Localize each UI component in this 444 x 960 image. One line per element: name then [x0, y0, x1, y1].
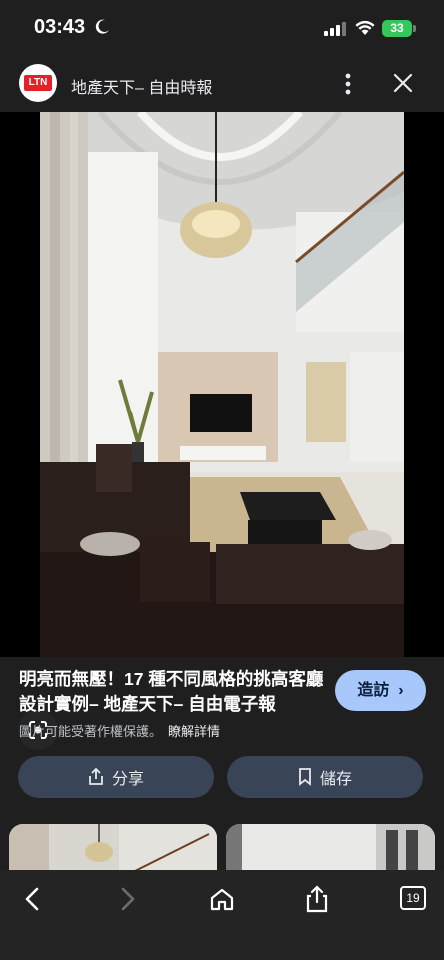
copyright-notice: 圖片可能受著作權保護。 瞭解詳情: [19, 721, 220, 740]
image-viewer: [0, 112, 444, 750]
related-image-2[interactable]: [226, 824, 435, 874]
related-thumbnail: [226, 824, 435, 874]
ltn-logo-text: LTN: [24, 75, 52, 91]
copyright-text: 圖片可能受著作權保護。: [19, 724, 163, 739]
visit-button[interactable]: 造訪 ›: [335, 670, 426, 711]
share-button[interactable]: 分享: [18, 756, 214, 798]
share-icon: [89, 768, 103, 785]
share-label: 分享: [111, 771, 144, 788]
more-icon[interactable]: [338, 71, 358, 97]
battery-indicator: 33: [382, 20, 412, 37]
close-icon[interactable]: [392, 72, 414, 94]
upload-icon[interactable]: [302, 884, 332, 914]
source-header: LTN 地產天下– 自由時報: [0, 58, 444, 110]
battery-tip: [413, 25, 416, 32]
save-button[interactable]: 儲存: [227, 756, 423, 798]
image-title[interactable]: 明亮而無壓！17 種不同風格的挑高客廳設計實例– 地產天下– 自由電子報: [19, 667, 329, 717]
learn-more-link[interactable]: 瞭解詳情: [168, 724, 220, 739]
bookmark-icon: [299, 768, 311, 786]
signal-icon: [324, 22, 346, 36]
home-icon[interactable]: [207, 884, 237, 914]
related-image-1[interactable]: [9, 824, 217, 874]
related-thumbnail: [9, 824, 217, 874]
wifi-icon: [355, 20, 375, 35]
browser-toolbar: 19: [0, 870, 444, 960]
chevron-right-icon: ›: [393, 682, 404, 699]
visit-label: 造訪: [357, 682, 390, 699]
back-icon[interactable]: [18, 884, 48, 914]
source-title[interactable]: 地產天下– 自由時報: [71, 74, 212, 98]
living-room-photo[interactable]: [40, 112, 404, 657]
save-label: 儲存: [319, 771, 352, 788]
tabs-icon[interactable]: 19: [400, 886, 426, 910]
forward-icon[interactable]: [112, 884, 142, 914]
ltn-logo: LTN: [19, 64, 57, 102]
status-bar: 03:43 33: [0, 0, 444, 58]
status-time: 03:43: [34, 16, 86, 38]
moon-icon: [95, 19, 109, 34]
